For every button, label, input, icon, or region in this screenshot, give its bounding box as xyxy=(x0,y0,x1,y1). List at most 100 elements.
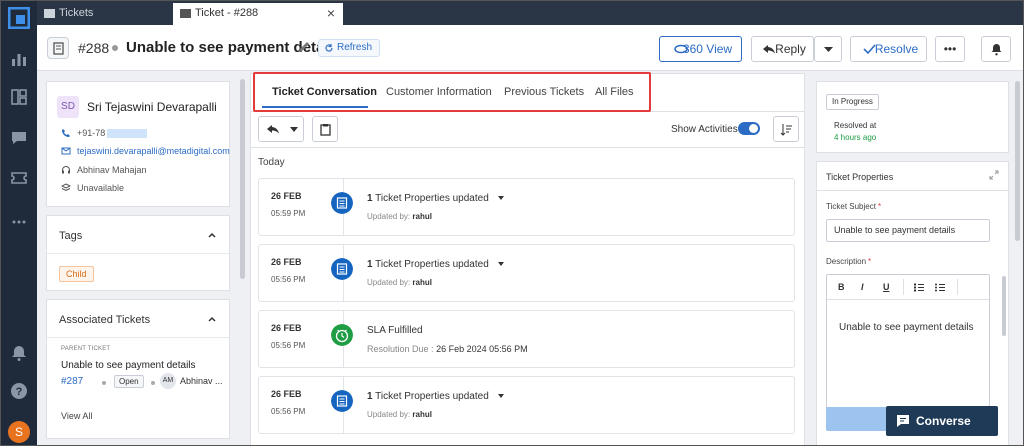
reply-icon xyxy=(267,125,279,134)
description-editor[interactable]: B I U Unable to see payment details xyxy=(826,274,990,424)
event-date: 26 FEB xyxy=(271,323,302,333)
contact-name[interactable]: Sri Tejaswini Devarapalli xyxy=(87,100,217,114)
ordered-list-icon[interactable] xyxy=(914,283,924,292)
expand-caret-icon[interactable] xyxy=(498,394,504,398)
event-subtitle: Resolution Due : 26 Feb 2024 05:56 PM xyxy=(367,344,528,354)
expand-caret-icon[interactable] xyxy=(498,196,504,200)
event-time: 05:59 PM xyxy=(271,209,306,218)
tab-tickets[interactable]: Tickets xyxy=(37,3,170,25)
app-logo-icon[interactable] xyxy=(8,7,30,29)
tab-all-files[interactable]: All Files xyxy=(595,86,634,98)
timeline-event[interactable]: 26 FEB 05:56 PM SLA Fulfilled Resolution… xyxy=(258,310,795,368)
edit-title-icon[interactable] xyxy=(297,40,311,54)
divider xyxy=(47,337,229,338)
associated-ticket-id[interactable]: #287 xyxy=(61,376,83,387)
tab-customer-information[interactable]: Customer Information xyxy=(386,86,492,98)
conversation-panel: Ticket Conversation Customer Information… xyxy=(250,73,805,445)
contact-availability: Unavailable xyxy=(61,181,124,195)
ticket-properties-heading: Ticket Properties xyxy=(826,172,894,182)
event-time: 05:56 PM xyxy=(271,341,306,350)
chevron-down-icon xyxy=(290,127,298,132)
event-title-text: Ticket Properties updated xyxy=(375,259,489,270)
refresh-icon xyxy=(325,44,333,52)
chevron-down-icon xyxy=(824,47,833,52)
save-properties-button[interactable] xyxy=(826,407,890,431)
timeline-event[interactable]: 26 FEB 05:56 PM 1 Ticket Properties upda… xyxy=(258,244,795,302)
properties-scrollbar[interactable] xyxy=(1002,276,1006,336)
tab-ticket-288[interactable]: Ticket - #288 × xyxy=(173,3,343,25)
event-subtitle: Updated by: rahul xyxy=(367,212,432,221)
resolve-button[interactable]: Resolve xyxy=(850,36,927,62)
headset-icon xyxy=(62,166,70,174)
separator-dot xyxy=(151,381,155,385)
user-avatar[interactable]: S xyxy=(8,421,30,443)
chat-icon[interactable] xyxy=(10,129,28,147)
view-all-link[interactable]: View All xyxy=(61,411,92,421)
reply-button[interactable]: Reply xyxy=(751,36,814,62)
tags-card: Tags Child xyxy=(46,215,230,291)
italic-button[interactable]: I xyxy=(861,282,864,292)
event-sub-label: Resolution Due : xyxy=(367,344,434,354)
timeline-event[interactable]: 26 FEB 05:59 PM 1 Ticket Properties upda… xyxy=(258,178,795,236)
chevron-up-icon[interactable] xyxy=(207,230,217,240)
contact-phone[interactable]: +91-78 xyxy=(61,126,148,140)
tab-previous-tickets[interactable]: Previous Tickets xyxy=(504,86,584,98)
event-time: 05:56 PM xyxy=(271,275,306,284)
left-panel: SD Sri Tejaswini Devarapalli +91-78 teja… xyxy=(46,81,230,445)
tab-ticket-conversation[interactable]: Ticket Conversation xyxy=(272,86,377,98)
bullet-list-icon[interactable] xyxy=(935,283,945,292)
expand-icon[interactable] xyxy=(989,170,999,180)
left-panel-scrollbar[interactable] xyxy=(240,79,245,279)
tickets-icon[interactable] xyxy=(10,169,28,187)
description-text: Unable to see payment details xyxy=(839,322,974,333)
required-marker: * xyxy=(877,202,882,211)
ticket-notifications-button[interactable] xyxy=(981,36,1011,62)
refresh-label: Refresh xyxy=(337,42,373,53)
event-date: 26 FEB xyxy=(271,257,302,267)
svg-text:?: ? xyxy=(16,386,23,398)
status-card: In Progress Resolved at 4 hours ago xyxy=(816,81,1009,153)
ticket-tab-icon xyxy=(180,9,191,18)
expand-caret-icon[interactable] xyxy=(498,262,504,266)
close-tab-icon[interactable]: × xyxy=(327,3,335,23)
360-view-button[interactable]: 360 View xyxy=(659,36,742,62)
reply-dropdown-button[interactable] xyxy=(258,116,304,142)
event-title-text: SLA Fulfilled xyxy=(367,325,423,336)
subject-input[interactable]: Unable to see payment details xyxy=(826,219,990,242)
redacted-phone xyxy=(107,129,148,139)
tags-heading: Tags xyxy=(59,230,83,242)
more-apps-icon[interactable] xyxy=(10,213,28,231)
bell-icon xyxy=(991,44,1002,56)
reply-options-button[interactable] xyxy=(814,36,842,62)
associated-ticket-title[interactable]: Unable to see payment details xyxy=(61,360,196,371)
show-activities-toggle[interactable] xyxy=(738,122,760,135)
sort-button[interactable] xyxy=(773,116,799,142)
converse-button[interactable]: Converse xyxy=(886,406,998,436)
event-title: SLA Fulfilled xyxy=(367,325,423,336)
refresh-button[interactable]: Refresh xyxy=(318,39,381,57)
underline-button[interactable]: U xyxy=(883,282,890,292)
page-scrollbar[interactable] xyxy=(1015,81,1020,241)
ticket-type-icon[interactable] xyxy=(47,37,69,59)
ticket-properties-card: Ticket Properties Ticket Subject * Unable… xyxy=(816,161,1009,445)
bold-button[interactable]: B xyxy=(838,282,845,292)
event-sub-value: 26 Feb 2024 05:56 PM xyxy=(436,344,528,354)
conversation-toolbar: Show Activities xyxy=(251,112,804,148)
reply-icon xyxy=(763,45,775,54)
ticket-header: #288 Unable to see payment details Refre… xyxy=(37,25,1023,71)
timeline-event[interactable]: 26 FEB 05:56 PM 1 Ticket Properties upda… xyxy=(258,376,795,434)
help-icon[interactable]: ? xyxy=(10,382,28,400)
associated-ticket-status: Open xyxy=(114,375,144,388)
notes-button[interactable] xyxy=(312,116,338,142)
notifications-icon[interactable] xyxy=(10,344,28,362)
properties-update-icon xyxy=(331,192,353,214)
reports-icon[interactable] xyxy=(10,50,28,68)
contact-phone-number: +91-78 xyxy=(77,128,106,138)
chevron-up-icon[interactable] xyxy=(207,314,217,324)
tag-chip[interactable]: Child xyxy=(59,266,94,282)
status-badge[interactable]: In Progress xyxy=(826,94,879,110)
dashboard-icon[interactable] xyxy=(10,88,28,106)
360-view-label: 360 View xyxy=(682,42,733,56)
more-actions-button[interactable]: ••• xyxy=(935,36,965,62)
contact-email[interactable]: tejaswini.devarapalli@metadigital.com xyxy=(61,144,230,158)
